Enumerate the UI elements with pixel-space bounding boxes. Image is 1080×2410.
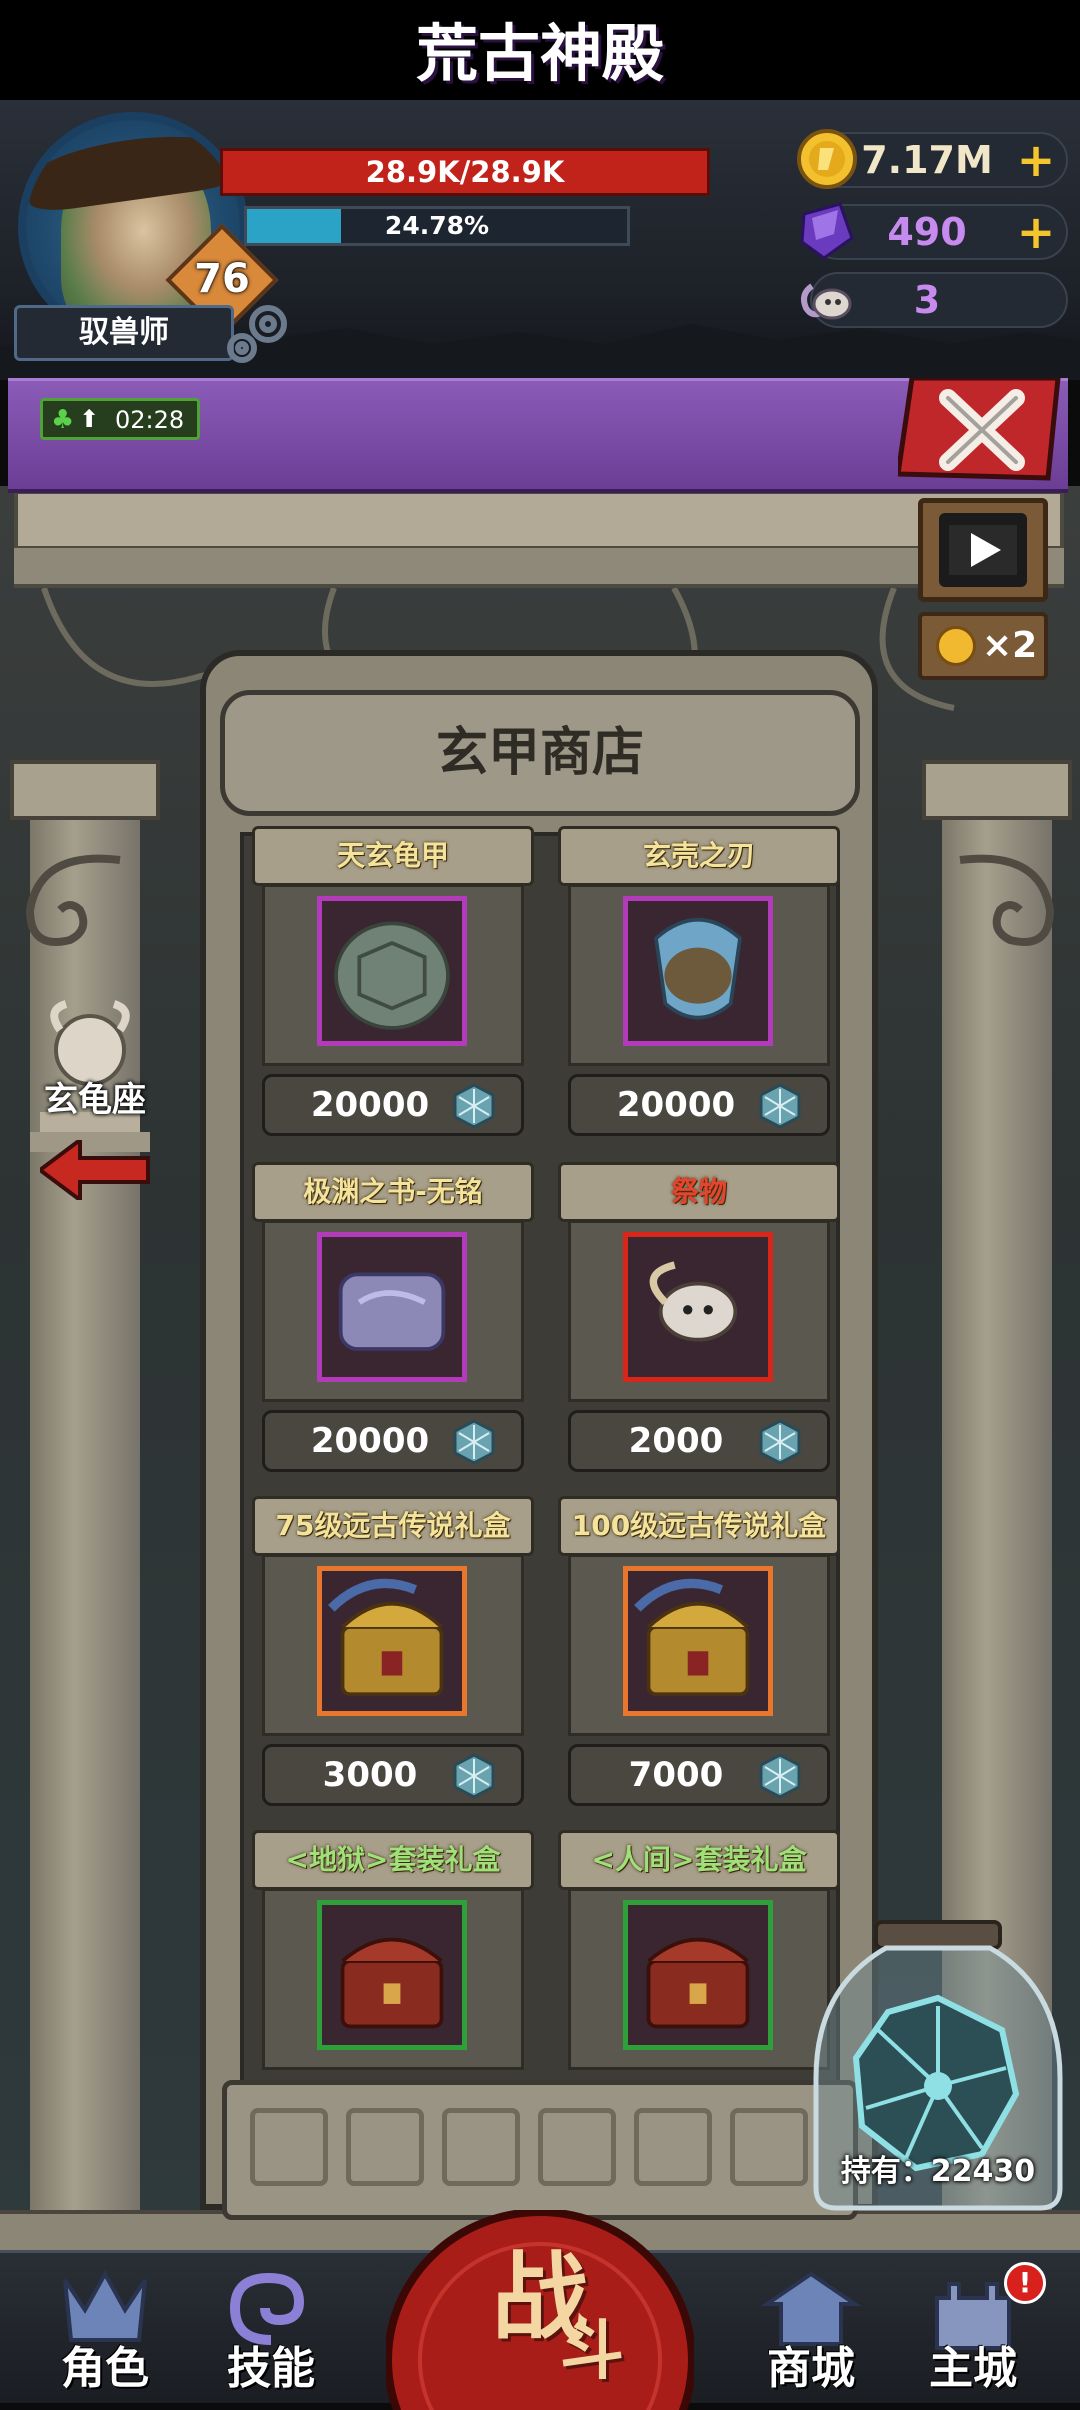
right-pillar-cap — [922, 760, 1072, 820]
nav-label: 商城 — [767, 2343, 855, 2394]
page-title: 荒古神殿 — [415, 17, 664, 90]
item-icon — [317, 896, 467, 1046]
shop-title: 玄甲商店 — [435, 723, 644, 783]
purple-gem-icon — [800, 202, 854, 260]
gem-amount: 490 — [887, 210, 967, 254]
shop-item[interactable]: 75级远古传说礼盒 3000 — [252, 1496, 534, 1814]
shop-item[interactable]: 天玄龟甲 20000 — [252, 826, 534, 1144]
coin-icon — [936, 626, 976, 666]
clover-icon: ♣ — [51, 405, 75, 435]
arrow-up-icon: ⬆ — [79, 405, 100, 433]
crystal-currency-icon — [451, 1419, 497, 1465]
item-name: 100级远古传说礼盒 — [558, 1496, 840, 1556]
shop-item[interactable]: 100级远古传说礼盒 7000 — [558, 1496, 840, 1814]
nav-label: 主城 — [929, 2343, 1017, 2394]
watch-video-button[interactable] — [918, 498, 1048, 602]
item-name: <地狱>套装礼盒 — [252, 1830, 534, 1890]
base-ornament — [730, 2108, 808, 2186]
buy-button[interactable]: 20000 — [568, 1074, 830, 1136]
currency-held: 持有：22430 — [840, 2154, 1036, 2189]
double-reward-button[interactable]: ×2 — [918, 612, 1048, 680]
item-icon — [623, 1900, 773, 2050]
buy-button[interactable]: 20000 — [262, 1074, 524, 1136]
luck-buff-chip[interactable]: ♣ ⬆ 02:28 — [40, 398, 200, 440]
double-reward-label: ×2 — [982, 625, 1038, 666]
notification-badge: ! — [1004, 2262, 1046, 2304]
item-name: 玄壳之刃 — [558, 826, 840, 886]
item-icon — [623, 1566, 773, 1716]
close-button[interactable] — [898, 378, 1066, 482]
item-price: 2000 — [628, 1421, 724, 1461]
back-arrow-icon[interactable] — [40, 1140, 150, 1200]
temple-lintel-lower — [14, 548, 1064, 588]
gold-coin-icon — [797, 129, 857, 189]
item-icon — [623, 1232, 773, 1382]
nav-store[interactable]: 商城 — [736, 2270, 886, 2400]
shop-item[interactable]: 玄壳之刃 20000 — [558, 826, 840, 1144]
shop-item[interactable]: 祭物 2000 — [558, 1162, 840, 1480]
hp-bar: 28.9K/28.9K — [220, 148, 710, 196]
crystal-currency-icon — [451, 1753, 497, 1799]
base-ornament — [538, 2108, 616, 2186]
crystal-currency-icon — [451, 1083, 497, 1129]
base-ornament — [346, 2108, 424, 2186]
item-icon — [317, 1232, 467, 1382]
buff-timer: 02:28 — [115, 406, 185, 434]
exp-bar: 24.78% — [244, 206, 630, 246]
add-gold-button[interactable]: + — [1016, 137, 1056, 183]
left-scroll-ornament — [25, 854, 121, 946]
film-play-icon — [939, 513, 1027, 587]
item-icon — [623, 896, 773, 1046]
item-price: 20000 — [310, 1421, 430, 1461]
item-name: 祭物 — [558, 1162, 840, 1222]
base-ornament — [250, 2108, 328, 2186]
item-price: 7000 — [628, 1755, 724, 1795]
crystal-currency-icon — [757, 1419, 803, 1465]
left-pillar-cap — [10, 760, 160, 820]
item-name: <人间>套装礼盒 — [558, 1830, 840, 1890]
right-scroll-ornament — [959, 854, 1055, 946]
gold-amount: 7.17M — [861, 138, 993, 182]
nav-label: 技能 — [227, 2343, 315, 2394]
class-name: 驭兽师 — [14, 305, 234, 361]
item-name: 75级远古传说礼盒 — [252, 1496, 534, 1556]
add-gem-button[interactable]: + — [1016, 209, 1056, 255]
settings-gear-icon[interactable] — [222, 294, 298, 370]
item-icon — [317, 1900, 467, 2050]
item-icon — [317, 1566, 467, 1716]
item-name: 极渊之书-无铭 — [252, 1162, 534, 1222]
nav-role[interactable]: 角色 — [30, 2270, 180, 2400]
base-ornament — [634, 2108, 712, 2186]
crystal-currency-icon — [757, 1083, 803, 1129]
exp-text: 24.78% — [384, 211, 490, 240]
buy-button[interactable]: 7000 — [568, 1744, 830, 1806]
temple-lintel — [14, 490, 1064, 550]
battle-label-2: 斗 — [560, 2315, 624, 2389]
item-price: 3000 — [322, 1755, 418, 1795]
nav-skill[interactable]: 技能 — [196, 2270, 346, 2400]
ram-skull-amount: 3 — [913, 278, 941, 322]
base-ornament — [442, 2108, 520, 2186]
buy-button[interactable]: 2000 — [568, 1410, 830, 1472]
constellation-button[interactable]: 玄龟座 — [0, 1072, 190, 1121]
item-price: 20000 — [310, 1085, 430, 1125]
buy-button[interactable]: 20000 — [262, 1410, 524, 1472]
item-price: 20000 — [616, 1085, 736, 1125]
ram-skull-icon — [801, 283, 852, 320]
crystal-currency-icon — [757, 1753, 803, 1799]
item-name: 天玄龟甲 — [252, 826, 534, 886]
shop-item[interactable]: 极渊之书-无铭 20000 — [252, 1162, 534, 1480]
nav-label: 角色 — [61, 2343, 149, 2394]
buy-button[interactable]: 3000 — [262, 1744, 524, 1806]
